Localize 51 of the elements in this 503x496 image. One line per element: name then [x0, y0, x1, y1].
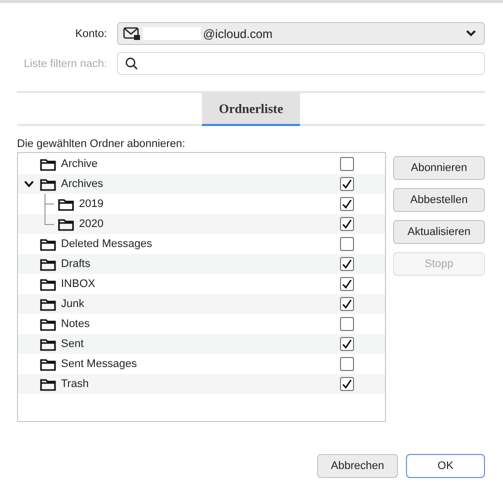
folder-icon [40, 318, 56, 330]
folder-name: Deleted Messages [61, 238, 152, 250]
filter-field[interactable] [117, 52, 485, 75]
subscribe-checkbox[interactable] [340, 197, 354, 211]
folder-icon [58, 198, 74, 210]
subscribe-checkbox[interactable] [340, 337, 354, 351]
ok-button[interactable]: OK [406, 454, 485, 478]
folder-icon [40, 258, 56, 270]
folder-icon [40, 178, 56, 190]
account-select[interactable]: @icloud.com [117, 22, 485, 45]
filter-label: Liste filtern nach: [22, 58, 108, 70]
chevron-down-icon [466, 30, 476, 37]
subscribe-checkbox[interactable] [340, 377, 354, 391]
account-label: Konto: [74, 28, 108, 40]
envelope-lock-icon [123, 26, 141, 40]
cancel-button[interactable]: Abbrechen [317, 454, 398, 478]
chevron-down-icon[interactable] [24, 180, 34, 188]
folder-name: Sent [61, 338, 84, 350]
folder-name: INBOX [61, 278, 96, 290]
subscribe-checkbox[interactable] [340, 217, 354, 231]
action-button[interactable]: Abonnieren [393, 156, 485, 180]
folder-name: Notes [61, 318, 90, 330]
folder-name: 2020 [79, 218, 104, 230]
folder-name: Drafts [61, 258, 90, 270]
subscribe-checkbox[interactable] [340, 297, 354, 311]
folder-icon [40, 338, 56, 350]
folder-name: Archives [61, 178, 104, 190]
folder-name: Archive [61, 158, 98, 170]
subscribe-checkbox[interactable] [340, 157, 354, 171]
subscribe-checkbox[interactable] [340, 277, 354, 291]
subscribe-checkbox[interactable] [340, 317, 354, 331]
list-heading: Die gewählten Ordner abonnieren: [17, 138, 186, 150]
folder-icon [58, 218, 74, 230]
folder-icon [40, 378, 56, 390]
subscribe-checkbox[interactable] [340, 257, 354, 271]
folder-name: Trash [61, 378, 89, 390]
folder-name: 2019 [79, 198, 104, 210]
search-icon [125, 57, 138, 70]
folder-icon [40, 298, 56, 310]
folder-icon [40, 358, 56, 370]
action-button[interactable]: Aktualisieren [393, 220, 485, 244]
folder-name: Junk [61, 298, 84, 310]
subscribe-checkbox[interactable] [340, 237, 354, 251]
action-button[interactable]: Abbestellen [393, 188, 485, 212]
folder-icon [40, 278, 56, 290]
folder-icon [40, 238, 56, 250]
folder-name: Sent Messages [61, 358, 137, 370]
tab[interactable]: Ordnerliste [202, 93, 300, 126]
subscribe-checkbox[interactable] [340, 177, 354, 191]
subscribe-checkbox[interactable] [340, 357, 354, 371]
folder-icon [40, 158, 56, 170]
